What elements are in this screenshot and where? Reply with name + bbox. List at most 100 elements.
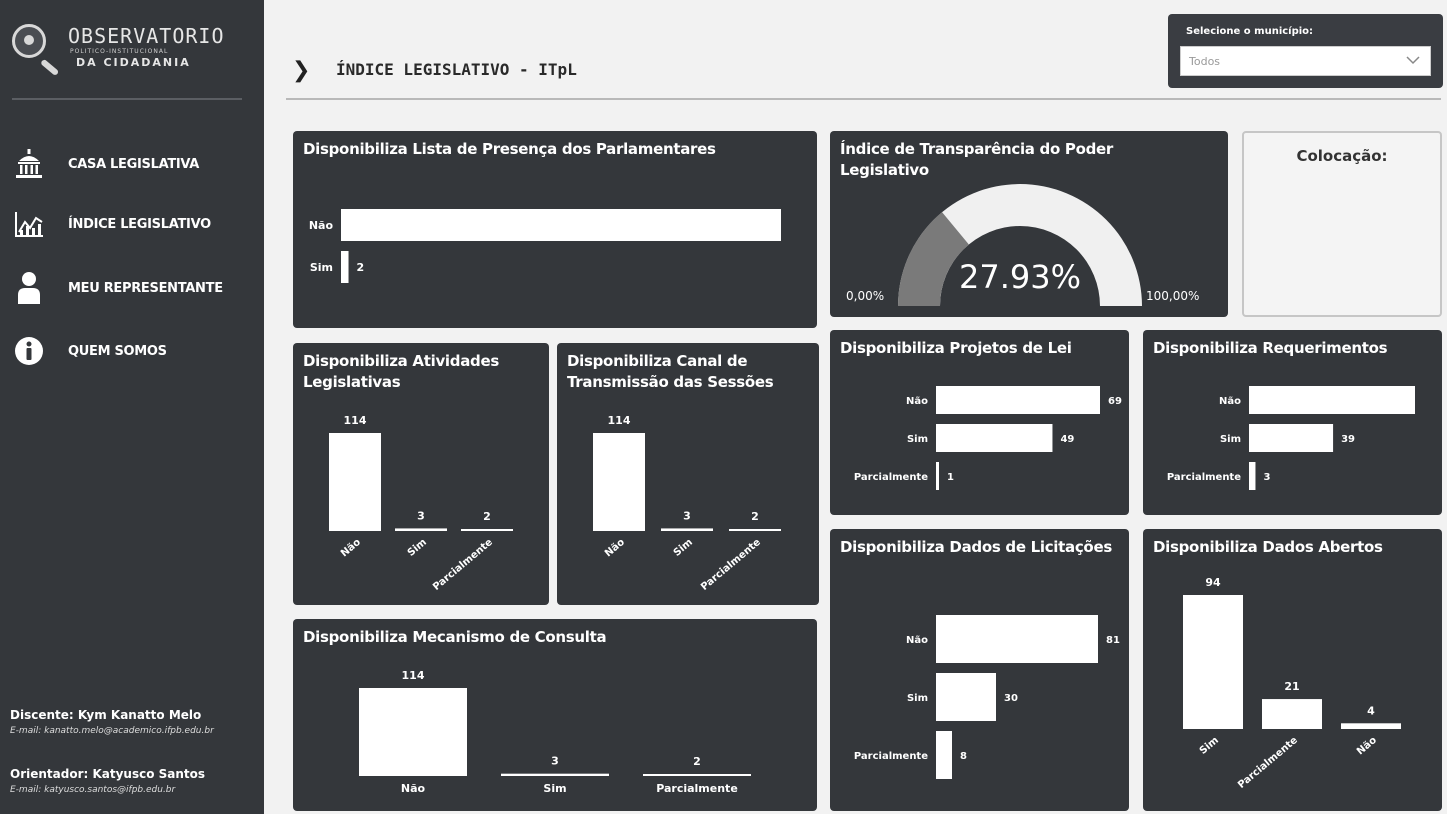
chart-projetos: Não 69 Sim 49 Parcialmente 1 (854, 386, 1122, 490)
credits-student: Discente: Kym Kanatto Melo E-mail: kanat… (10, 708, 260, 736)
tick-label-nao: Não (309, 219, 334, 232)
bar-sim (936, 673, 996, 721)
nav-label: ÍNDICE LEGISLATIVO (68, 216, 211, 232)
data-label-sim: 49 (1060, 434, 1074, 445)
nav-item-meu-representante[interactable]: MEU REPRESENTANTE (12, 270, 252, 306)
gauge-chart: 27.93% 0,00% 100,00% (846, 184, 1199, 306)
data-label-parcialmente: 2 (483, 510, 491, 523)
data-label-nao: 114 (402, 669, 425, 682)
chart-card-presenca: Disponibiliza Lista de Presença dos Parl… (293, 131, 817, 328)
bar-nao (329, 433, 381, 531)
bar-parcialmente (1249, 462, 1256, 490)
gauge-max-label: 100,00% (1146, 289, 1199, 303)
nav-item-indice-legislativo[interactable]: ÍNDICE LEGISLATIVO (12, 206, 252, 242)
logo-title: OBSERVATORIO (68, 24, 225, 48)
building-icon (12, 148, 46, 180)
data-label-parcialmente: 3 (1263, 472, 1270, 483)
person-icon (12, 272, 46, 304)
tick-label-parcialmente: Parcialmente (854, 472, 928, 483)
bar-nao (341, 209, 781, 241)
colocacao-title: Colocação: (1296, 147, 1388, 165)
bar-sim (1249, 424, 1334, 452)
data-label-sim: 2 (357, 261, 365, 274)
advisor-name: Orientador: Katyusco Santos (10, 767, 206, 781)
bar-sim (341, 251, 349, 283)
bar-nao (936, 386, 1100, 414)
bar-sim (936, 424, 1053, 452)
tick-label-sim: Sim (907, 693, 928, 704)
nav-item-casa-legislativa[interactable]: CASA LEGISLATIVA (12, 146, 252, 182)
nav-label: QUEM SOMOS (68, 343, 167, 359)
tick-label-sim: Sim (406, 537, 429, 559)
bar-sim (501, 773, 609, 776)
tick-label-parcialmente: Parcialmente (1236, 735, 1300, 791)
bar-nao (936, 615, 1098, 663)
colocacao-card: Colocação: (1242, 131, 1442, 317)
chart-atividades: 114 Não 3 Sim 2 Parcialmente (329, 414, 513, 593)
tick-label-sim: Sim (310, 261, 333, 274)
chart-card-atividades: Disponibiliza Atividades Legislativas 11… (293, 343, 549, 605)
municipality-filter: Selecione o município: Todos (1168, 14, 1443, 88)
bar-sim (661, 528, 713, 531)
chart-presenca: Não Sim 2 (309, 209, 781, 283)
data-label-sim: 3 (551, 755, 559, 768)
observatorio-logo[interactable]: OBSERVATORIO POLITICO-INSTITUCIONAL DA C… (10, 18, 246, 80)
data-label-parcialmente: 2 (693, 755, 701, 768)
municipality-select[interactable]: Todos (1180, 46, 1431, 76)
page-title: ÍNDICE LEGISLATIVO - ITpL (336, 60, 577, 79)
advisor-email[interactable]: E-mail: katyusco.santos@ifpb.edu.br (10, 785, 260, 795)
tick-label-sim: Sim (907, 434, 928, 445)
tick-label-nao: Não (339, 537, 363, 560)
magnifier-icon (12, 24, 46, 58)
data-label-nao: 69 (1108, 396, 1122, 407)
bar-nao (1249, 386, 1415, 414)
chart-card-requerimentos: Disponibiliza Requerimentos Não Sim 39 Parc… (1143, 330, 1442, 515)
municipality-select-value: Todos (1189, 55, 1221, 68)
line-chart-icon (12, 208, 46, 240)
student-email[interactable]: E-mail: kanatto.melo@academico.ifpb.edu.… (10, 726, 260, 736)
chart-card-projetos: Disponibiliza Projetos de Lei Não 69 Sim 49… (830, 330, 1129, 515)
data-label-sim: 30 (1004, 693, 1018, 704)
gauge-value-label: 27.93% (959, 258, 1081, 296)
student-name: Discente: Kym Kanatto Melo (10, 708, 202, 722)
chart-card-canal: Disponibiliza Canal de Transmissão das S… (557, 343, 819, 605)
tick-label-nao: Não (906, 396, 928, 407)
chart-licitacoes: Não 81 Sim 30 Parcialmente 8 (854, 615, 1120, 779)
data-label-sim: 39 (1341, 434, 1355, 445)
tick-label-nao: Não (906, 635, 928, 646)
logo-subtitle: POLITICO-INSTITUCIONAL (70, 48, 169, 55)
tick-label-sim: Sim (1220, 434, 1241, 445)
data-label-parcialmente: 8 (960, 751, 967, 762)
chevron-down-icon (1406, 53, 1420, 70)
bar-sim (1183, 595, 1243, 729)
logo-tagline: DA CIDADANIA (76, 56, 191, 69)
bar-parcialmente (936, 731, 952, 779)
credits-advisor: Orientador: Katyusco Santos E-mail: katy… (10, 767, 260, 795)
gauge-card: Índice de Transparência do Poder Legisla… (830, 131, 1228, 317)
tick-label-parcialmente: Parcialmente (699, 537, 763, 593)
tick-label-sim: Sim (543, 782, 566, 795)
chart-requerimentos: Não Sim 39 Parcialmente 3 (1167, 386, 1415, 490)
header-divider (286, 98, 1441, 100)
data-label-parcialmente: 21 (1284, 680, 1299, 693)
chart-canal: 114 Não 3 Sim 2 Parcialmente (593, 414, 781, 593)
tick-label-nao: Não (1219, 396, 1241, 407)
bar-nao (359, 688, 467, 776)
data-label-nao: 4 (1367, 704, 1375, 717)
bar-nao (593, 433, 645, 531)
tick-label-nao: Não (603, 537, 627, 560)
data-label-sim: 3 (683, 509, 691, 522)
nav-item-quem-somos[interactable]: QUEM SOMOS (12, 333, 252, 369)
tick-label-parcialmente: Parcialmente (1167, 472, 1241, 483)
tick-label-parcialmente: Parcialmente (656, 782, 738, 795)
info-icon (12, 335, 46, 367)
tick-label-nao: Não (1355, 735, 1379, 758)
data-label-parcialmente: 1 (947, 472, 954, 483)
data-label-nao: 114 (608, 414, 631, 427)
tick-label-nao: Não (401, 782, 426, 795)
nav-label: MEU REPRESENTANTE (68, 280, 223, 296)
chart-abertos: 94 Sim 21 Parcialmente 4 Não (1183, 576, 1401, 791)
bar-parcialmente (461, 529, 513, 531)
gauge-min-label: 0,00% (846, 289, 884, 303)
tick-label-parcialmente: Parcialmente (431, 537, 495, 593)
